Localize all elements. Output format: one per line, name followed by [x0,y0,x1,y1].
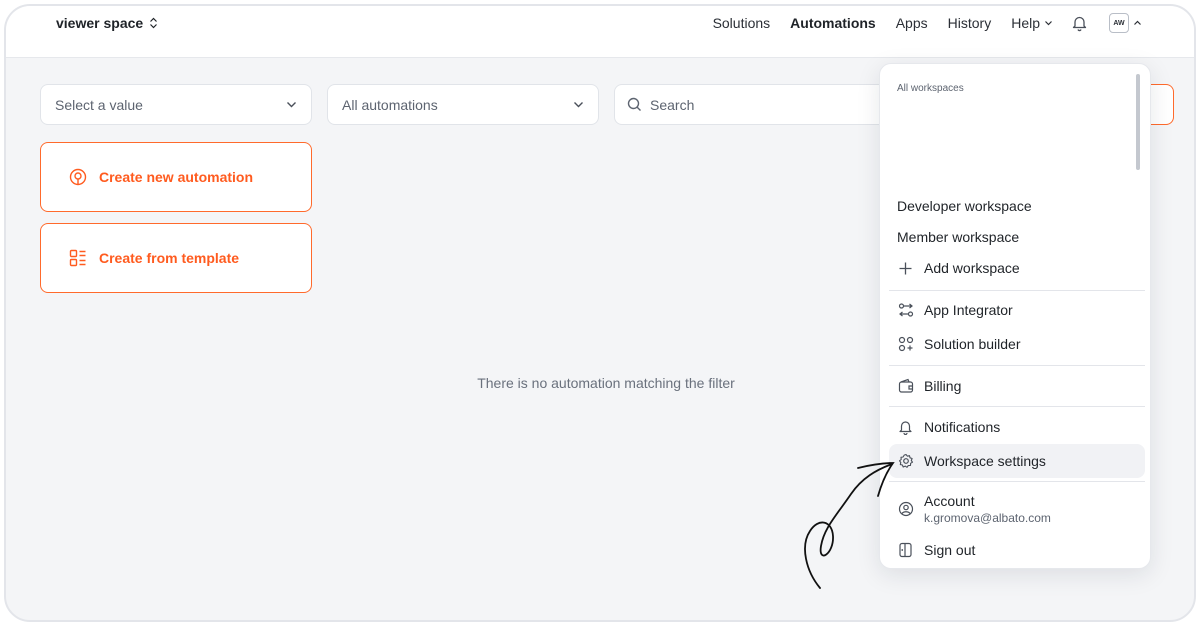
nav-help-label: Help [1011,15,1040,31]
account-item[interactable]: Account k.gromova@albato.com [889,489,1145,529]
app-integrator-item[interactable]: App Integrator [889,294,1145,326]
account-dropdown-menu: All workspaces Developer workspace Membe… [879,63,1151,569]
sign-out-item[interactable]: Sign out [889,534,1145,566]
bell-icon[interactable] [1071,14,1089,32]
billing-label: Billing [924,378,962,394]
account-email: k.gromova@albato.com [924,511,1051,525]
add-workspace-label: Add workspace [924,260,1020,276]
billing-item[interactable]: Billing [889,370,1145,402]
solution-builder-item[interactable]: Solution builder [889,328,1145,360]
dropdown-scrollbar[interactable] [1136,74,1140,170]
nav-automations[interactable]: Automations [790,15,876,31]
workspace-settings-item[interactable]: Workspace settings [889,444,1145,478]
search-icon [627,97,641,111]
workspace-developer-label: Developer workspace [897,198,1032,214]
workspace-name: viewer space [56,15,144,31]
gear-icon [897,453,914,470]
solution-builder-label: Solution builder [924,336,1021,352]
account-label: Account [924,493,975,509]
wallet-icon [897,378,914,395]
plus-icon [897,260,914,277]
notifications-label: Notifications [924,419,1001,435]
nav-apps[interactable]: Apps [896,15,928,31]
app-window: viewer space Solutions Automations Apps … [4,4,1196,622]
chevron-up-icon [1134,20,1141,25]
workspace-developer[interactable]: Developer workspace [889,190,1145,222]
chevron-down-icon [1045,21,1052,26]
account-menu-toggle[interactable]: AW [1109,13,1142,33]
automation-icon [69,168,87,186]
chevron-down-icon [574,102,583,108]
solution-builder-icon [897,336,914,353]
workspace-switcher[interactable]: viewer space [56,15,158,31]
notifications-item[interactable]: Notifications [889,411,1145,443]
chevron-down-icon [287,102,296,108]
value-select[interactable]: Select a value [40,84,312,125]
value-select-label: Select a value [55,96,143,113]
add-workspace-item[interactable]: Add workspace [889,252,1145,284]
menu-divider [889,365,1145,366]
automation-filter-label: All automations [342,96,438,113]
workspaces-heading: All workspaces [897,83,964,94]
menu-divider [889,481,1145,482]
account-text: Account k.gromova@albato.com [924,493,1051,525]
chevron-up-down-icon [150,17,158,29]
app-integrator-label: App Integrator [924,302,1013,318]
nav-history[interactable]: History [948,15,992,31]
template-icon [69,249,86,267]
nav-solutions[interactable]: Solutions [713,15,771,31]
user-circle-icon [897,501,914,518]
sign-out-label: Sign out [924,542,976,558]
search-placeholder: Search [650,96,695,113]
main-nav: Solutions Automations Apps History Help … [693,6,1142,40]
nav-help[interactable]: Help [1011,15,1053,31]
avatar: AW [1109,13,1129,33]
create-from-template-button[interactable]: Create from template [40,223,312,293]
integrator-icon [897,302,914,319]
workspace-member[interactable]: Member workspace [889,221,1145,253]
automation-filter-select[interactable]: All automations [327,84,599,125]
workspace-member-label: Member workspace [897,229,1020,245]
menu-divider [889,406,1145,407]
create-from-template-label: Create from template [99,250,240,266]
create-new-automation-label: Create new automation [99,169,254,185]
bell-icon [897,419,914,436]
create-new-automation-button[interactable]: Create new automation [40,142,312,212]
top-bar: viewer space Solutions Automations Apps … [6,6,1194,58]
workspace-settings-label: Workspace settings [924,453,1046,469]
menu-divider [889,290,1145,291]
sign-out-icon [897,542,914,559]
